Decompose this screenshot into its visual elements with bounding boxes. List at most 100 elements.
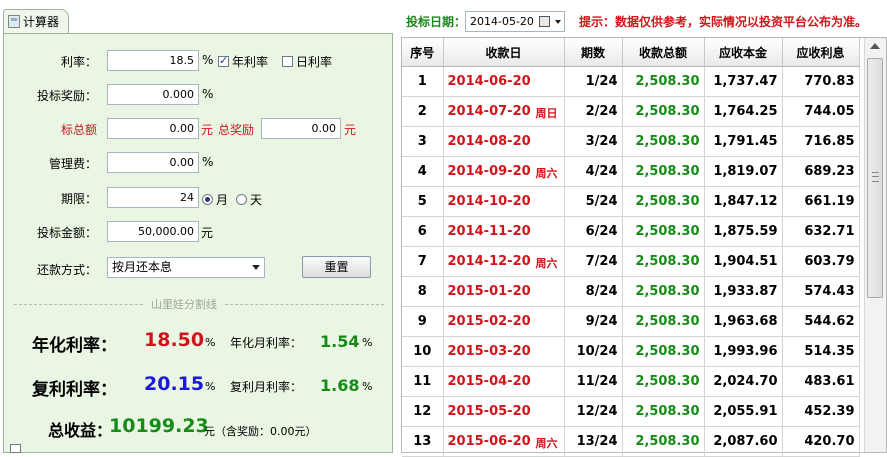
total-input[interactable]: 0.00 [107,118,199,139]
radio-unselected-icon [236,194,247,205]
row-principal-cell: 1,764.25 [704,96,783,127]
term-label: 期限： [60,192,97,206]
row-weekday-tag: 周日 [535,107,558,120]
rate-input[interactable]: 18.5 [107,50,199,71]
row-date-cell: 2015-06-20 周六 [443,426,565,457]
annual-rate-result-label: 年化利率： [32,336,117,356]
method-select[interactable]: 按月还本息 [107,257,265,278]
table-row[interactable]: 2 2014-07-20 周日 2/24 2,508.30 1,764.25 744.05 [402,96,860,127]
row-principal-cell: 1,791.45 [704,126,783,157]
chevron-down-icon[interactable] [555,20,561,24]
table-row[interactable]: 3 2014-08-20 3/24 2,508.30 1,791.45 716.85 [402,126,860,157]
compound-rate-result-label: 复利利率： [32,380,117,400]
table-row[interactable]: 12 2015-05-20 12/24 2,508.30 2,055.91 452.39 [402,396,860,427]
row-principal-cell: 1,933.87 [704,276,783,307]
table-row[interactable]: 8 2015-01-20 8/24 2,508.30 1,933.87 574.43 [402,276,860,307]
row-date-cell: 2014-07-20 周日 [443,96,565,127]
row-principal-cell: 1,847.12 [704,186,783,217]
row-date-cell: 2014-10-20 [443,186,565,217]
row-date-cell: 2014-12-20 周六 [443,246,565,277]
table-header-row: 序号 收款日 期数 收款总额 应收本金 应收利息 [402,38,860,67]
row-index-cell: 9 [402,306,444,337]
table-row[interactable]: 10 2015-03-20 10/24 2,508.30 1,993.96 514.35 [402,336,860,367]
row-total-cell: 2,508.30 [622,366,705,397]
row-weekday-tag: 周六 [535,257,558,270]
amount-input[interactable]: 50,000.00 [107,221,199,242]
total-bonus-label: 总奖励 [218,123,255,137]
row-total-cell: 2,508.30 [622,186,705,217]
daily-rate-checkbox[interactable]: 日利率 [282,53,332,70]
annual-month-rate-unit: % [362,336,373,349]
row-date-cell: 2014-08-20 [443,126,565,157]
annual-rate-label: 年利率 [232,55,269,69]
term-day-radio[interactable]: 天 [236,191,262,208]
bottom-checkbox[interactable] [10,444,21,453]
table-row[interactable]: 13 2015-06-20 周六 13/24 2,508.30 2,087.60 420.7… [402,426,860,457]
checkbox-checked-icon [218,54,229,67]
row-index-cell: 2 [402,96,444,127]
scrollbar-thumb[interactable] [867,58,883,298]
row-principal-cell: 2,055.91 [704,396,783,427]
tab-bar: 计算器 [0,0,400,34]
term-month-radio[interactable]: 月 [202,191,228,208]
annual-rate-result-unit: % [205,336,216,349]
row-date-cell: 2015-02-20 [443,306,565,337]
radio-selected-icon [202,194,213,205]
row-interest-cell: 483.61 [782,366,860,397]
annual-month-rate-label: 年化月利率： [230,336,303,350]
table-row[interactable]: 4 2014-09-20 周六 4/24 2,508.30 1,819.07 689.23 [402,156,860,187]
row-period-cell: 8/24 [564,276,623,307]
table-header-col-period[interactable]: 期数 [564,38,623,67]
row-index-cell: 3 [402,126,444,157]
table-header-col-date[interactable]: 收款日 [443,38,565,67]
table-body: 1 2014-06-20 1/24 2,508.30 1,737.47 770.83 2 20… [402,66,860,457]
row-period-cell: 9/24 [564,306,623,337]
calendar-icon[interactable] [539,16,550,27]
bonus-label: 投标奖励： [36,89,97,103]
bid-date-picker[interactable]: 2014-05-20 [465,11,565,32]
row-period-cell: 12/24 [564,396,623,427]
annual-month-rate-value: 1.54 [320,332,360,351]
row-index-cell: 12 [402,396,444,427]
scroll-up-icon[interactable] [870,43,880,49]
term-input[interactable]: 24 [107,187,199,208]
row-interest-cell: 514.35 [782,336,860,367]
annual-rate-checkbox[interactable]: 年利率 [218,53,268,70]
compound-rate-result-unit: % [205,380,216,393]
row-date-text: 2014-12-20 [447,254,531,269]
compound-rate-result-value: 20.15 [144,373,205,395]
total-bonus-input[interactable]: 0.00 [261,118,341,139]
table-header-col-interest[interactable]: 应收利息 [782,38,860,67]
grip-icon [872,172,879,182]
calculator-panel: 利率： 18.5 % 年利率 日利率 投标奖励： 0.000 % 标总额 0.0… [3,33,393,453]
term-day-label: 天 [250,193,263,207]
table-header-col-index[interactable]: 序号 [402,38,444,67]
row-index-cell: 13 [402,426,444,457]
row-interest-cell: 452.39 [782,396,860,427]
table-row[interactable]: 7 2014-12-20 周六 7/24 2,508.30 1,904.51 603.79 [402,246,860,277]
row-date-cell: 2014-09-20 周六 [443,156,565,187]
table-header-col-principal[interactable]: 应收本金 [704,38,783,67]
table-row[interactable]: 5 2014-10-20 5/24 2,508.30 1,847.12 661.19 [402,186,860,217]
vertical-scrollbar[interactable] [864,38,886,452]
row-date-text: 2015-01-20 [447,284,531,299]
table-row[interactable]: 9 2015-02-20 9/24 2,508.30 1,963.68 544.62 [402,306,860,337]
reset-button[interactable]: 重置 [302,256,371,278]
row-weekday-tag: 周六 [535,437,558,450]
row-date-cell: 2014-11-20 [443,216,565,247]
disclaimer-hint: 提示：数据仅供参考，实际情况以投资平台公布为准。 [579,15,868,29]
row-principal-cell: 2,087.60 [704,426,783,457]
amount-unit: 元 [201,226,214,240]
row-date-text: 2014-10-20 [447,194,531,209]
table-row[interactable]: 1 2014-06-20 1/24 2,508.30 1,737.47 770.83 [402,66,860,97]
mgmt-fee-unit: % [202,155,214,169]
mgmt-fee-input[interactable]: 0.00 [107,152,199,173]
table-row[interactable]: 11 2015-04-20 11/24 2,508.30 2,024.70 483.61 [402,366,860,397]
method-label: 还款方式： [36,263,97,277]
row-date-text: 2015-04-20 [447,374,531,389]
table-row[interactable]: 6 2014-11-20 6/24 2,508.30 1,875.59 632.71 [402,216,860,247]
tab-calculator[interactable]: 计算器 [3,9,69,33]
table-header-col-total[interactable]: 收款总额 [622,38,705,67]
bonus-input[interactable]: 0.000 [107,84,199,105]
row-period-cell: 10/24 [564,336,623,367]
